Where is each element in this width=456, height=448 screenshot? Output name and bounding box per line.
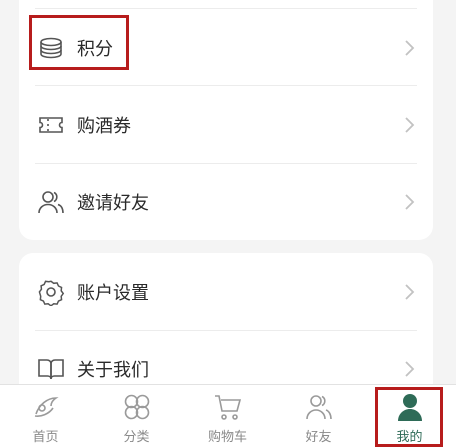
menu-item-account-settings[interactable]: 账户设置 [19,253,433,331]
highlight-box-points [29,15,129,70]
friends-icon [305,395,332,420]
chevron-right-icon [405,194,415,210]
tab-label: 购物车 [207,430,247,445]
menu-item-invite-friends[interactable]: 邀请好友 [19,163,433,241]
menu-item-label: 关于我们 [77,360,149,381]
menu-item-label: 账户设置 [77,283,149,304]
tab-label: 好友 [305,430,332,445]
tab-label: 首页 [32,430,59,445]
friends-icon [38,191,64,214]
gear-icon [38,280,65,306]
tab-category[interactable]: 分类 [91,385,182,448]
category-icon [124,394,149,420]
menu-card-secondary: 账户设置 关于我们 [19,253,433,403]
chevron-right-icon [405,117,415,133]
highlight-box-mine-tab [375,387,443,447]
tab-home[interactable]: 首页 [0,385,91,448]
menu-item-label: 邀请好友 [77,193,149,214]
book-icon [38,359,64,380]
cart-icon [214,395,241,420]
tab-cart[interactable]: 购物车 [182,385,273,448]
home-logo-icon [34,397,59,417]
chevron-right-icon [405,284,415,300]
tab-friends[interactable]: 好友 [273,385,364,448]
ticket-icon [39,117,63,133]
tab-label: 分类 [123,430,150,445]
chevron-right-icon [405,40,415,56]
menu-item-wine-coupon[interactable]: 购酒券 [19,86,433,164]
menu-item-label: 购酒券 [77,116,131,137]
chevron-right-icon [405,361,415,377]
